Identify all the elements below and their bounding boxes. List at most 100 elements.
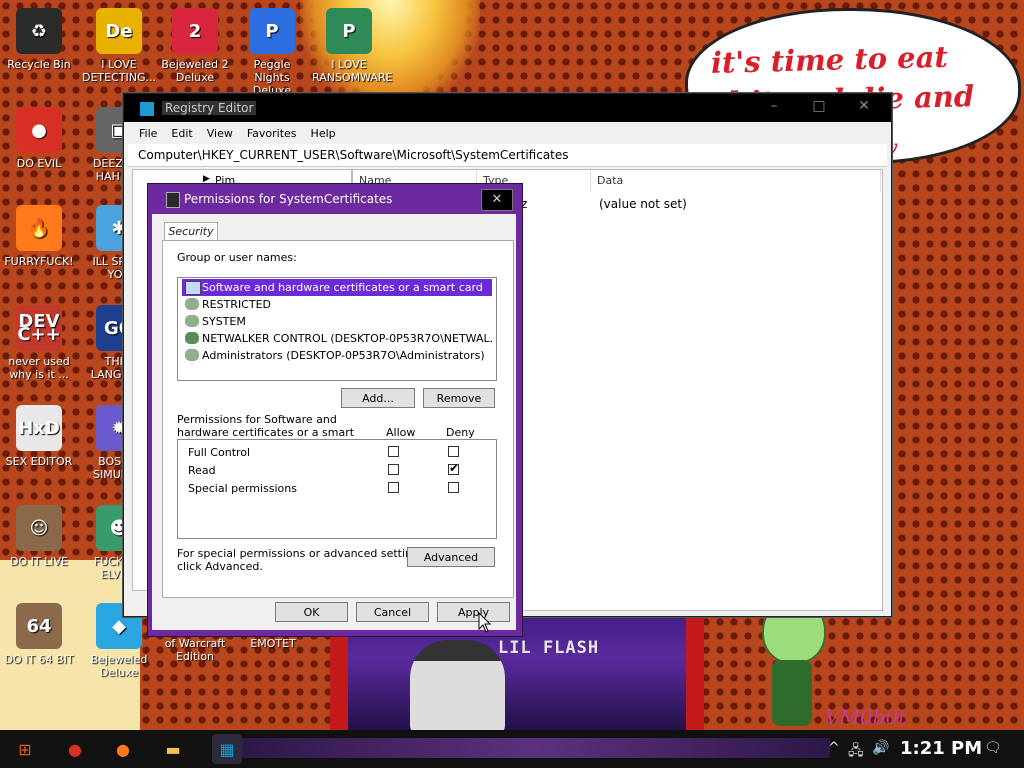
advanced-button[interactable]: Advanced [407, 547, 495, 567]
certificate-icon [185, 281, 201, 295]
perms-for-label-line1: Permissions for Software and [177, 413, 337, 426]
user-item-label: Administrators (DESKTOP-0P53R7O\Administ… [202, 349, 485, 362]
ok-button[interactable]: OK [275, 602, 348, 622]
network-icon[interactable]: 🖧 [848, 740, 864, 764]
desktop-icon[interactable]: P I LOVE RANSOMWARE [312, 8, 393, 84]
user-item-restricted[interactable]: RESTRICTED [182, 296, 492, 313]
desktop-icon-label: never used why is it ... [8, 355, 70, 381]
desktop-icon-label: Bejeweled 2 Deluxe [161, 58, 229, 84]
app-icon: ☺ [16, 505, 62, 551]
desktop-icon-label: FURRYFUCK! [4, 255, 74, 268]
close-button[interactable]: ✕ [844, 98, 884, 118]
perms-for-label-line2: hardware certificates or a smart [177, 426, 355, 439]
minimize-button[interactable]: – [754, 98, 794, 118]
perm-row-label: Read [188, 464, 216, 477]
app-icon: 2 [172, 8, 218, 54]
remove-button[interactable]: Remove [423, 388, 495, 408]
desktop-icon[interactable]: ● DO EVIL [2, 107, 76, 170]
tab-security[interactable]: Security [164, 222, 218, 241]
notifications-icon[interactable]: 🗨 [984, 740, 1002, 756]
poster-edge-right [686, 600, 704, 735]
column-data[interactable]: Data [591, 170, 881, 192]
app-icon: 64 [16, 603, 62, 649]
poster-figure [410, 640, 505, 735]
desktop-icon[interactable]: 2 Bejeweled 2 Deluxe [158, 8, 232, 84]
address-bar[interactable]: Computer\HKEY_CURRENT_USER\Software\Micr… [128, 144, 887, 167]
desktop-icon[interactable]: De I LOVE DETECTING... [82, 8, 156, 84]
add-button[interactable]: Add... [341, 388, 415, 408]
advanced-hint-line1: For special permissions or advanced sett… [177, 547, 429, 560]
perm-row-label: Full Control [188, 446, 251, 459]
perm-row-label: Special permissions [188, 482, 297, 495]
cancel-button[interactable]: Cancel [356, 602, 429, 622]
taskbar-firefox-button[interactable]: ● [108, 734, 138, 764]
taskbar-chrome-button[interactable]: ● [60, 734, 90, 764]
taskbar-start-button[interactable]: ⊞ [10, 734, 40, 764]
users-group-icon [185, 315, 199, 327]
menu-help[interactable]: Help [304, 127, 343, 140]
desktop-icon[interactable]: 64 DO IT 64 BIT [2, 603, 76, 666]
desktop-icon[interactable]: HxD SEX EDITOR [2, 405, 76, 468]
full-control-allow-checkbox[interactable] [388, 446, 399, 457]
desktop-icon-label: DO IT LIVE [10, 555, 68, 568]
advanced-hint-line2: click Advanced. [177, 560, 263, 573]
apply-button[interactable]: Apply [437, 602, 510, 622]
app-icon: ♻ [16, 8, 62, 54]
desktop-icon-label: DO IT 64 BIT [4, 653, 74, 666]
permissions-titlebar[interactable]: Permissions for SystemCertificates ✕ [148, 184, 522, 214]
user-item-label: Software and hardware certificates or a … [202, 281, 483, 294]
desktop-icon[interactable]: P Peggle Nights Deluxe [235, 8, 309, 97]
dialog-close-button[interactable]: ✕ [481, 189, 513, 211]
user-item-smartcard[interactable]: Software and hardware certificates or a … [182, 279, 492, 296]
permissions-list: Full Control Read Special permissions [177, 439, 497, 539]
permissions-icon [166, 192, 180, 208]
permissions-title: Permissions for SystemCertificates [184, 192, 393, 206]
app-icon: ● [16, 107, 62, 153]
desktop-icon-label: I LOVE RANSOMWARE [312, 58, 393, 84]
special-allow-checkbox[interactable] [388, 482, 399, 493]
volume-icon[interactable]: 🔊 [872, 740, 889, 756]
registry-editor-titlebar[interactable]: Registry Editor – □ ✕ [124, 94, 891, 122]
user-item-system[interactable]: SYSTEM [182, 313, 492, 330]
desktop-icon[interactable]: 🔥 FURRYFUCK! [2, 205, 76, 268]
user-item-netwalker[interactable]: NETWALKER CONTROL (DESKTOP-0P53R7O\NETWA… [182, 330, 492, 347]
special-deny-checkbox[interactable] [448, 482, 459, 493]
read-allow-checkbox[interactable] [388, 464, 399, 475]
tray-chevron-icon[interactable]: ^ [828, 740, 840, 756]
maximize-button[interactable]: □ [799, 98, 839, 118]
menu-edit[interactable]: Edit [164, 127, 199, 140]
poster-title: LIL FLASH [498, 638, 600, 658]
desktop-icon-label: Recycle Bin [7, 58, 71, 71]
taskbar-registry-editor-button[interactable]: ▦ [212, 734, 242, 764]
desktop-icon[interactable]: ☺ DO IT LIVE [2, 505, 76, 568]
app-icon: P [326, 8, 372, 54]
desktop-icon-label: I LOVE DETECTING... [82, 58, 156, 84]
permissions-dialog[interactable]: Permissions for SystemCertificates ✕ Sec… [147, 183, 523, 637]
full-control-deny-checkbox[interactable] [448, 446, 459, 457]
allow-header: Allow [386, 426, 416, 439]
group-label: Group or user names: [177, 251, 297, 264]
security-panel: Group or user names: Software and hardwa… [162, 240, 514, 598]
user-item-administrators[interactable]: Administrators (DESKTOP-0P53R7O\Administ… [182, 347, 492, 364]
taskbar: ⊞ ● ● ▬ ▦ ^ 🖧 🔊 1:21 PM 🗨 [0, 730, 1024, 768]
peridot-character [752, 598, 832, 728]
wallpaper-signature: VM0b0t [825, 705, 907, 729]
user-item-label: SYSTEM [202, 315, 246, 328]
users-group-icon [185, 298, 199, 310]
desktop-icon[interactable]: ♻ Recycle Bin [2, 8, 76, 71]
user-list[interactable]: Software and hardware certificates or a … [177, 277, 497, 381]
menu-favorites[interactable]: Favorites [240, 127, 304, 140]
app-icon: P [249, 8, 295, 54]
taskbar-clock[interactable]: 1:21 PM [900, 738, 982, 759]
desktop-icon-label: SEX EDITOR [5, 455, 73, 468]
desktop-icon-label: DO EVIL [16, 157, 62, 170]
menu-view[interactable]: View [200, 127, 240, 140]
desktop-icon-label: Bejeweled Deluxe [90, 653, 148, 679]
user-item-label: RESTRICTED [202, 298, 272, 311]
menu-file[interactable]: File [132, 127, 164, 140]
desktop-icon[interactable]: DEV C++ never used why is it ... [2, 305, 76, 381]
app-icon: 🔥 [16, 205, 62, 251]
peridot-body [772, 660, 812, 726]
taskbar-file-explorer-button[interactable]: ▬ [158, 734, 188, 764]
read-deny-checkbox[interactable] [448, 461, 459, 475]
